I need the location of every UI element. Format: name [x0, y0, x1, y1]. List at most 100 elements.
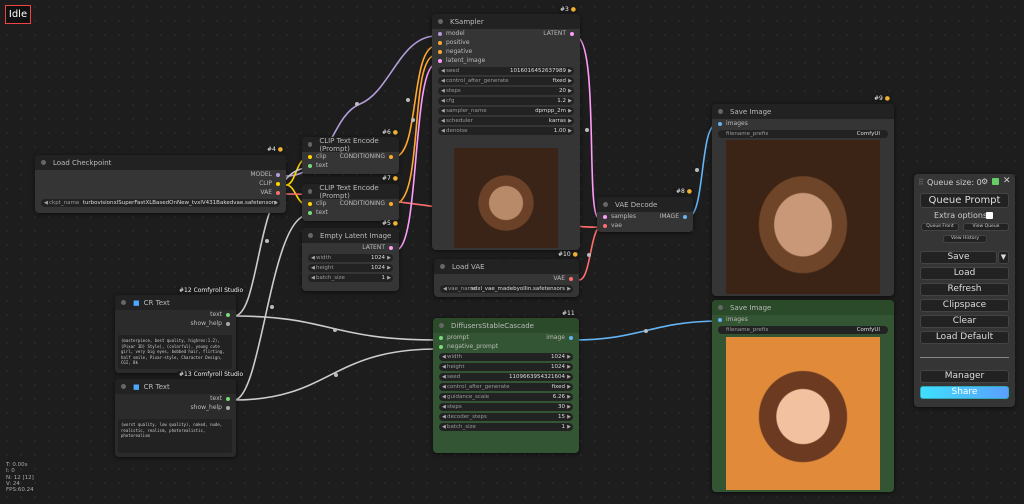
steps-widget[interactable]: ◀ steps 30 ▶: [439, 403, 573, 411]
input-label: clip: [316, 200, 327, 207]
input-pin-icon[interactable]: [718, 121, 722, 126]
output-pin-icon[interactable]: [569, 276, 573, 281]
queue-menu: ⠿ Queue size: 0 ⚙ ✕ Queue Prompt Extra o…: [914, 174, 1015, 407]
empty-latent-image-node[interactable]: Empty Latent Image LATENT ◀ width 1024 ▶ ◀ h…: [302, 228, 399, 291]
node-id-badge: #8 ●: [674, 188, 695, 195]
output-pin-icon[interactable]: [276, 181, 280, 186]
vae-decode-node[interactable]: VAE Decode samples IMAGE vae: [597, 197, 693, 232]
extra-options-label: Extra options: [934, 211, 988, 220]
collapse-dot-icon[interactable]: [121, 384, 126, 389]
view-history-button[interactable]: View History: [943, 235, 987, 243]
collapse-dot-icon[interactable]: [121, 300, 126, 305]
width-widget[interactable]: ◀ width 1024 ▶: [439, 353, 573, 361]
output-pin-icon[interactable]: [683, 214, 687, 219]
output-pin-icon[interactable]: [276, 172, 280, 177]
batch-size-widget[interactable]: ◀ batch_size 1 ▶: [439, 423, 573, 431]
cr-text-node[interactable]: ■ CR Text text show_help (masterpiece, be…: [115, 295, 236, 373]
vae-name-widget[interactable]: ◀ vae_name sdxl_vae_madebyollin.safetensor…: [440, 285, 573, 293]
clipspace-button[interactable]: Clipspace: [920, 299, 1009, 312]
save-dropdown-icon[interactable]: ▼: [998, 251, 1009, 264]
collapse-dot-icon[interactable]: [438, 19, 443, 24]
collapse-dot-icon[interactable]: [308, 189, 313, 194]
close-icon[interactable]: ✕: [1003, 176, 1011, 186]
input-pin-icon[interactable]: [308, 163, 312, 168]
control-after-generate-widget[interactable]: ◀ control_after_generate fixed ▶: [438, 77, 574, 85]
ksampler-node[interactable]: KSampler model LATENT positive negative l…: [432, 14, 580, 250]
collapse-dot-icon[interactable]: [41, 160, 46, 165]
save-image-node[interactable]: Save Image images filename_prefix ComfyUI: [712, 104, 894, 296]
preview-image: [454, 148, 558, 248]
clip-text-encode-node[interactable]: CLIP Text Encode (Prompt) clip CONDITIONI…: [302, 184, 399, 221]
seed-widget[interactable]: ◀ seed 1016016452637989 ▶: [438, 67, 574, 75]
input-pin-icon[interactable]: [718, 317, 722, 322]
drag-handle-icon[interactable]: ⠿: [918, 178, 924, 187]
batch-size-widget[interactable]: ◀ batch_size 1 ▶: [308, 274, 393, 282]
extra-options-checkbox[interactable]: [986, 212, 993, 219]
sampler-name-widget[interactable]: ◀ sampler_name dpmpp_2m ▶: [438, 107, 574, 115]
share-button[interactable]: Share: [920, 386, 1009, 399]
image-icon[interactable]: [992, 178, 999, 185]
load-vae-node[interactable]: Load VAE VAE ◀ vae_name sdxl_vae_madebyoll…: [434, 259, 579, 297]
width-widget[interactable]: ◀ width 1024 ▶: [308, 254, 393, 262]
output-pin-icon[interactable]: [276, 190, 280, 195]
output-pin-icon[interactable]: [226, 396, 230, 401]
input-pin-icon[interactable]: [308, 210, 312, 215]
output-pin-icon[interactable]: [389, 201, 393, 206]
diffusers-stable-cascade-node[interactable]: DiffusersStableCascade prompt image negat…: [433, 318, 579, 453]
height-widget[interactable]: ◀ height 1024 ▶: [439, 363, 573, 371]
guidance-scale-widget[interactable]: ◀ guidance_scale 6.26 ▶: [439, 393, 573, 401]
output-pin-icon[interactable]: [569, 335, 573, 340]
collapse-dot-icon[interactable]: [439, 323, 444, 328]
input-pin-icon[interactable]: [603, 214, 607, 219]
input-pin-icon[interactable]: [438, 31, 442, 36]
input-pin-icon[interactable]: [439, 335, 443, 340]
output-pin-icon[interactable]: [389, 245, 393, 250]
input-pin-icon[interactable]: [438, 49, 442, 54]
collapse-dot-icon[interactable]: [440, 264, 445, 269]
manager-button[interactable]: Manager: [920, 370, 1009, 383]
gear-icon[interactable]: ⚙: [981, 177, 988, 186]
decoder-steps-widget[interactable]: ◀ decoder_steps 15 ▶: [439, 413, 573, 421]
prompt-textarea[interactable]: (worst quality, low quality), naked, nud…: [118, 419, 232, 453]
input-label: images: [726, 120, 748, 127]
output-pin-icon[interactable]: [226, 405, 230, 410]
output-pin-icon[interactable]: [389, 154, 393, 159]
ckpt-name-widget[interactable]: ◀ ckpt_name turbovisionxlSuperFastXLBased…: [41, 199, 280, 207]
input-pin-icon[interactable]: [603, 223, 607, 228]
prompt-textarea[interactable]: (masterpiece, best quality, highres:1.2)…: [118, 335, 232, 369]
collapse-dot-icon[interactable]: [308, 142, 313, 147]
cr-text-node[interactable]: ■ CR Text text show_help (worst quality, …: [115, 379, 236, 457]
filename-prefix-widget[interactable]: filename_prefix ComfyUI: [718, 130, 888, 138]
save-image-node[interactable]: Save Image images filename_prefix ComfyUI: [712, 300, 894, 492]
control-after-generate-widget[interactable]: ◀ control_after_generate fixed ▶: [439, 383, 573, 391]
load-default-button[interactable]: Load Default: [920, 331, 1009, 344]
seed-widget[interactable]: ◀ seed 1109663954321604 ▶: [439, 373, 573, 381]
steps-widget[interactable]: ◀ steps 20 ▶: [438, 87, 574, 95]
refresh-button[interactable]: Refresh: [920, 283, 1009, 296]
filename-prefix-widget[interactable]: filename_prefix ComfyUI: [718, 326, 888, 334]
clear-button[interactable]: Clear: [920, 315, 1009, 328]
output-pin-icon[interactable]: [226, 321, 230, 326]
output-pin-icon[interactable]: [226, 312, 230, 317]
save-button[interactable]: Save: [920, 251, 997, 264]
input-pin-icon[interactable]: [308, 154, 312, 159]
height-widget[interactable]: ◀ height 1024 ▶: [308, 264, 393, 272]
load-button[interactable]: Load: [920, 267, 1009, 280]
input-pin-icon[interactable]: [308, 201, 312, 206]
input-pin-icon[interactable]: [438, 40, 442, 45]
load-checkpoint-node[interactable]: Load Checkpoint MODEL CLIP VAE ◀ ckpt_nam…: [35, 155, 286, 213]
cfg-widget[interactable]: ◀ cfg 1.2 ▶: [438, 97, 574, 105]
collapse-dot-icon[interactable]: [603, 202, 608, 207]
clip-text-encode-node[interactable]: CLIP Text Encode (Prompt) clip CONDITIONI…: [302, 137, 399, 174]
collapse-dot-icon[interactable]: [718, 109, 723, 114]
scheduler-widget[interactable]: ◀ scheduler karras ▶: [438, 117, 574, 125]
input-pin-icon[interactable]: [438, 58, 442, 63]
denoise-widget[interactable]: ◀ denoise 1.00 ▶: [438, 127, 574, 135]
collapse-dot-icon[interactable]: [308, 233, 313, 238]
input-pin-icon[interactable]: [439, 344, 443, 349]
queue-prompt-button[interactable]: Queue Prompt: [920, 193, 1009, 208]
view-queue-button[interactable]: View Queue: [963, 223, 1009, 231]
output-pin-icon[interactable]: [570, 31, 574, 36]
queue-front-button[interactable]: Queue Front: [921, 223, 959, 231]
collapse-dot-icon[interactable]: [718, 305, 723, 310]
